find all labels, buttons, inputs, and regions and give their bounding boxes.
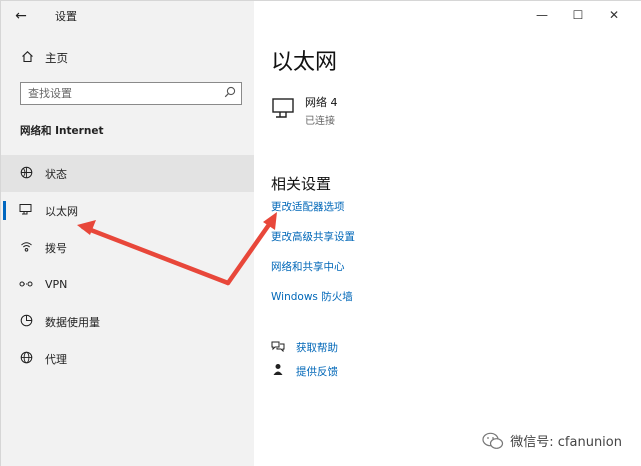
search-icon[interactable] bbox=[219, 86, 241, 101]
get-help-link[interactable]: 获取帮助 bbox=[271, 340, 338, 355]
globe-proxy-icon bbox=[18, 351, 34, 367]
search-input[interactable] bbox=[21, 83, 219, 104]
link-sharing-center[interactable]: 网络和共享中心 bbox=[271, 259, 345, 274]
sidebar-item-proxy[interactable]: 代理 bbox=[1, 340, 254, 377]
sidebar-item-ethernet[interactable]: 以太网 bbox=[1, 192, 254, 229]
minimize-button[interactable]: — bbox=[524, 5, 560, 25]
watermark-text: 微信号: cfanunion bbox=[510, 435, 622, 450]
minimize-icon: — bbox=[536, 8, 548, 22]
arrow-left-icon: ← bbox=[15, 8, 27, 24]
ethernet-icon bbox=[18, 203, 34, 219]
help-chat-icon bbox=[271, 340, 285, 355]
sidebar-item-label: 状态 bbox=[45, 167, 67, 181]
dialup-icon bbox=[18, 240, 34, 256]
main-content: — ☐ ✕ 以太网 网络 4 已连接 相关设置 更改适配器选项 更改高级共享设置… bbox=[254, 1, 641, 466]
network-state: 已连接 bbox=[305, 116, 335, 127]
sidebar-item-dialup[interactable]: 拨号 bbox=[1, 229, 254, 266]
home-label: 主页 bbox=[45, 51, 68, 65]
close-icon: ✕ bbox=[608, 8, 620, 22]
sidebar-item-label: VPN bbox=[45, 278, 68, 291]
sidebar-item-label: 代理 bbox=[45, 352, 67, 366]
link-windows-firewall[interactable]: Windows 防火墙 bbox=[271, 289, 353, 304]
close-button[interactable]: ✕ bbox=[596, 5, 632, 25]
sidebar-item-status[interactable]: 状态 bbox=[1, 155, 254, 192]
section-title: 网络和 Internet bbox=[20, 125, 104, 137]
sidebar-nav: 状态 以太网 拨号 VPN 数据使用量 代理 bbox=[1, 155, 254, 377]
back-button[interactable]: ← bbox=[11, 7, 31, 25]
maximize-icon: ☐ bbox=[572, 8, 584, 22]
wechat-icon bbox=[482, 432, 504, 449]
get-help-label: 获取帮助 bbox=[296, 342, 338, 354]
app-title: 设置 bbox=[55, 10, 77, 23]
network-monitor-icon bbox=[272, 98, 294, 118]
link-advanced-sharing[interactable]: 更改高级共享设置 bbox=[271, 229, 355, 244]
selection-indicator bbox=[3, 201, 6, 220]
titlebar-left: ← 设置 bbox=[1, 1, 254, 31]
sidebar-item-data-usage[interactable]: 数据使用量 bbox=[1, 303, 254, 340]
search-box[interactable] bbox=[20, 82, 242, 105]
sidebar-item-label: 拨号 bbox=[45, 241, 67, 255]
sidebar: ← 设置 主页 网络和 Internet 状态 bbox=[1, 1, 254, 466]
network-status[interactable]: 网络 4 已连接 bbox=[271, 94, 338, 127]
network-name: 网络 4 bbox=[305, 96, 338, 109]
data-usage-icon bbox=[18, 314, 34, 330]
settings-window: ← 设置 主页 网络和 Internet 状态 bbox=[0, 0, 641, 466]
sidebar-item-label: 数据使用量 bbox=[45, 315, 100, 329]
sidebar-item-vpn[interactable]: VPN bbox=[1, 266, 254, 303]
sidebar-item-label: 以太网 bbox=[45, 204, 78, 218]
feedback-icon bbox=[271, 363, 285, 379]
vpn-icon bbox=[18, 278, 34, 292]
window-controls: — ☐ ✕ bbox=[524, 5, 632, 25]
page-title: 以太网 bbox=[271, 50, 338, 75]
related-settings-title: 相关设置 bbox=[271, 175, 332, 193]
home-icon bbox=[20, 50, 34, 67]
give-feedback-link[interactable]: 提供反馈 bbox=[271, 363, 338, 379]
network-text: 网络 4 已连接 bbox=[305, 94, 338, 127]
link-change-adapter[interactable]: 更改适配器选项 bbox=[271, 199, 345, 214]
globe-status-icon bbox=[18, 166, 34, 182]
give-feedback-label: 提供反馈 bbox=[296, 365, 338, 378]
home-item[interactable]: 主页 bbox=[1, 44, 254, 72]
maximize-button[interactable]: ☐ bbox=[560, 5, 596, 25]
watermark: 微信号: cfanunion bbox=[482, 431, 622, 450]
